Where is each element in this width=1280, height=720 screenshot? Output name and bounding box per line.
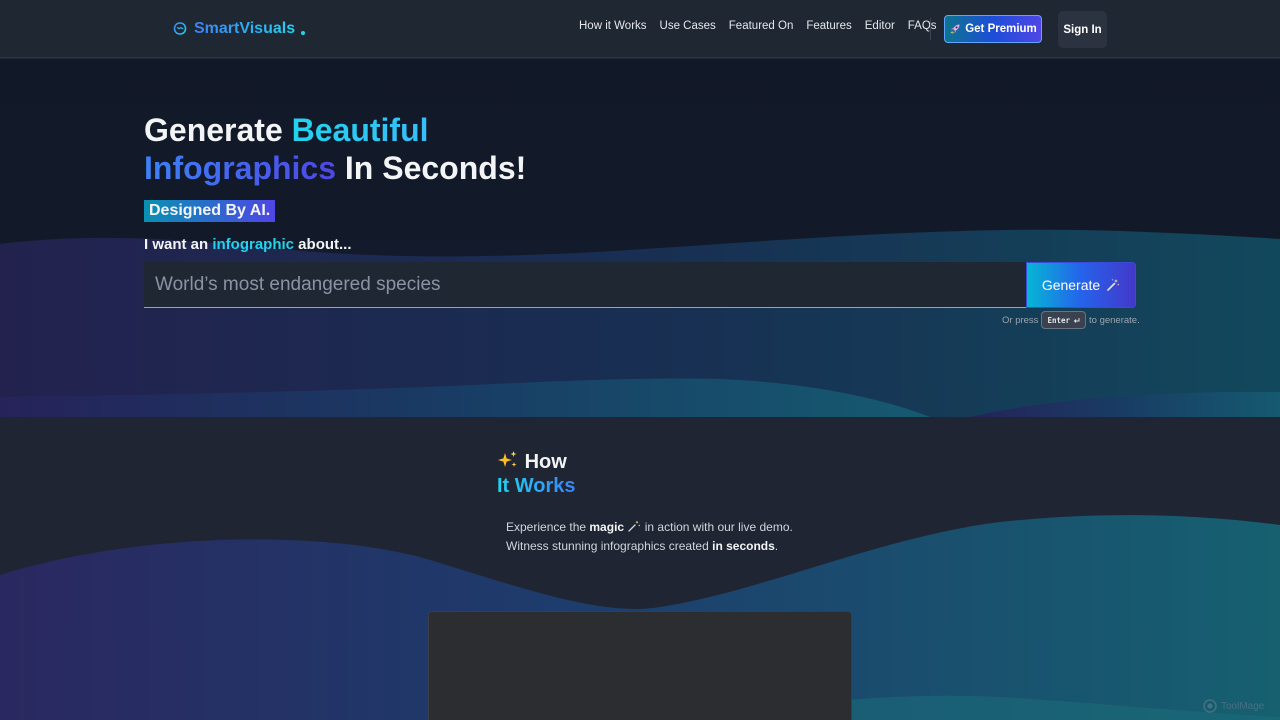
get-premium-button[interactable]: Get Premium xyxy=(944,15,1042,43)
desc-part-1: Experience the xyxy=(506,520,590,534)
how-it-works-title: How It Works xyxy=(497,450,576,498)
enter-hint: Or press Enter to generate. xyxy=(1002,311,1140,329)
magic-wand-icon xyxy=(628,520,641,532)
sign-in-label: Sign In xyxy=(1063,23,1102,36)
magic-wand-icon xyxy=(1107,279,1120,291)
desc-part-4: Witness stunning infographics created xyxy=(506,539,713,553)
logo[interactable]: SmartVisuals xyxy=(172,18,306,40)
generate-label: Generate xyxy=(1041,277,1101,293)
sparkles-icon xyxy=(498,451,517,467)
desc-part-6: . xyxy=(774,539,779,553)
nav-link-features[interactable]: Features xyxy=(806,20,851,38)
nav-link-featured-on[interactable]: Featured On xyxy=(729,20,794,38)
prompt-label: I want an infographic about... xyxy=(144,236,352,253)
watermark-text: ToolMage xyxy=(1221,700,1265,712)
nav-links: How it Works Use Cases Featured On Featu… xyxy=(579,20,937,38)
return-icon xyxy=(1073,317,1080,323)
how-it-works-section: How It Works Experience the magic in act… xyxy=(0,417,1280,720)
brand-name: SmartVisuals xyxy=(194,20,296,37)
toolmage-logo-icon xyxy=(1203,699,1217,713)
hero-title: Generate Beautiful Infographics In Secon… xyxy=(144,111,664,187)
desc-magic: magic xyxy=(589,520,625,534)
generate-button[interactable]: Generate xyxy=(1026,262,1136,308)
nav-divider xyxy=(930,18,931,40)
brain-icon xyxy=(173,22,187,35)
hint-suffix: to generate. xyxy=(1089,314,1140,326)
get-premium-label: Get Premium xyxy=(965,23,1037,35)
hint-prefix: Or press xyxy=(1002,314,1039,326)
prompt-suffix: about... xyxy=(294,236,352,253)
hero-section: Generate Beautiful Infographics In Secon… xyxy=(0,59,1280,417)
nav-link-how-it-works[interactable]: How it Works xyxy=(579,20,647,38)
how-title-text-1: How xyxy=(524,451,567,473)
nav-link-faqs[interactable]: FAQs xyxy=(908,20,937,38)
enter-key: Enter xyxy=(1041,311,1087,329)
nav-link-use-cases[interactable]: Use Cases xyxy=(660,20,716,38)
sign-in-button[interactable]: Sign In xyxy=(1058,11,1107,48)
logo-dot xyxy=(301,31,306,35)
title-highlight-beautiful: Beautiful xyxy=(291,112,429,148)
designed-by-ai-badge: Designed By AI. xyxy=(144,200,276,222)
prompt-highlight: infographic xyxy=(212,236,295,253)
prompt-prefix: I want an xyxy=(144,236,213,253)
live-demo-frame[interactable] xyxy=(428,611,852,720)
desc-in-seconds: in seconds xyxy=(712,539,775,553)
topic-input[interactable] xyxy=(144,262,1026,308)
navbar: SmartVisuals How it Works Use Cases Feat… xyxy=(0,0,1280,58)
how-title-line-1: How xyxy=(497,451,567,473)
how-it-works-description: Experience the magic in action with our … xyxy=(496,515,805,567)
watermark: ToolMage xyxy=(1203,699,1264,713)
how-title-line-2: It Works xyxy=(497,475,576,497)
desc-part-3: in action with our live demo. xyxy=(641,520,793,534)
title-part-1: Generate xyxy=(144,112,292,148)
title-highlight-infographics: Infographics xyxy=(144,150,337,186)
rocket-icon xyxy=(950,24,960,34)
title-part-2: In Seconds! xyxy=(336,150,527,186)
nav-link-editor[interactable]: Editor xyxy=(865,20,895,38)
enter-key-label: Enter xyxy=(1047,315,1071,325)
